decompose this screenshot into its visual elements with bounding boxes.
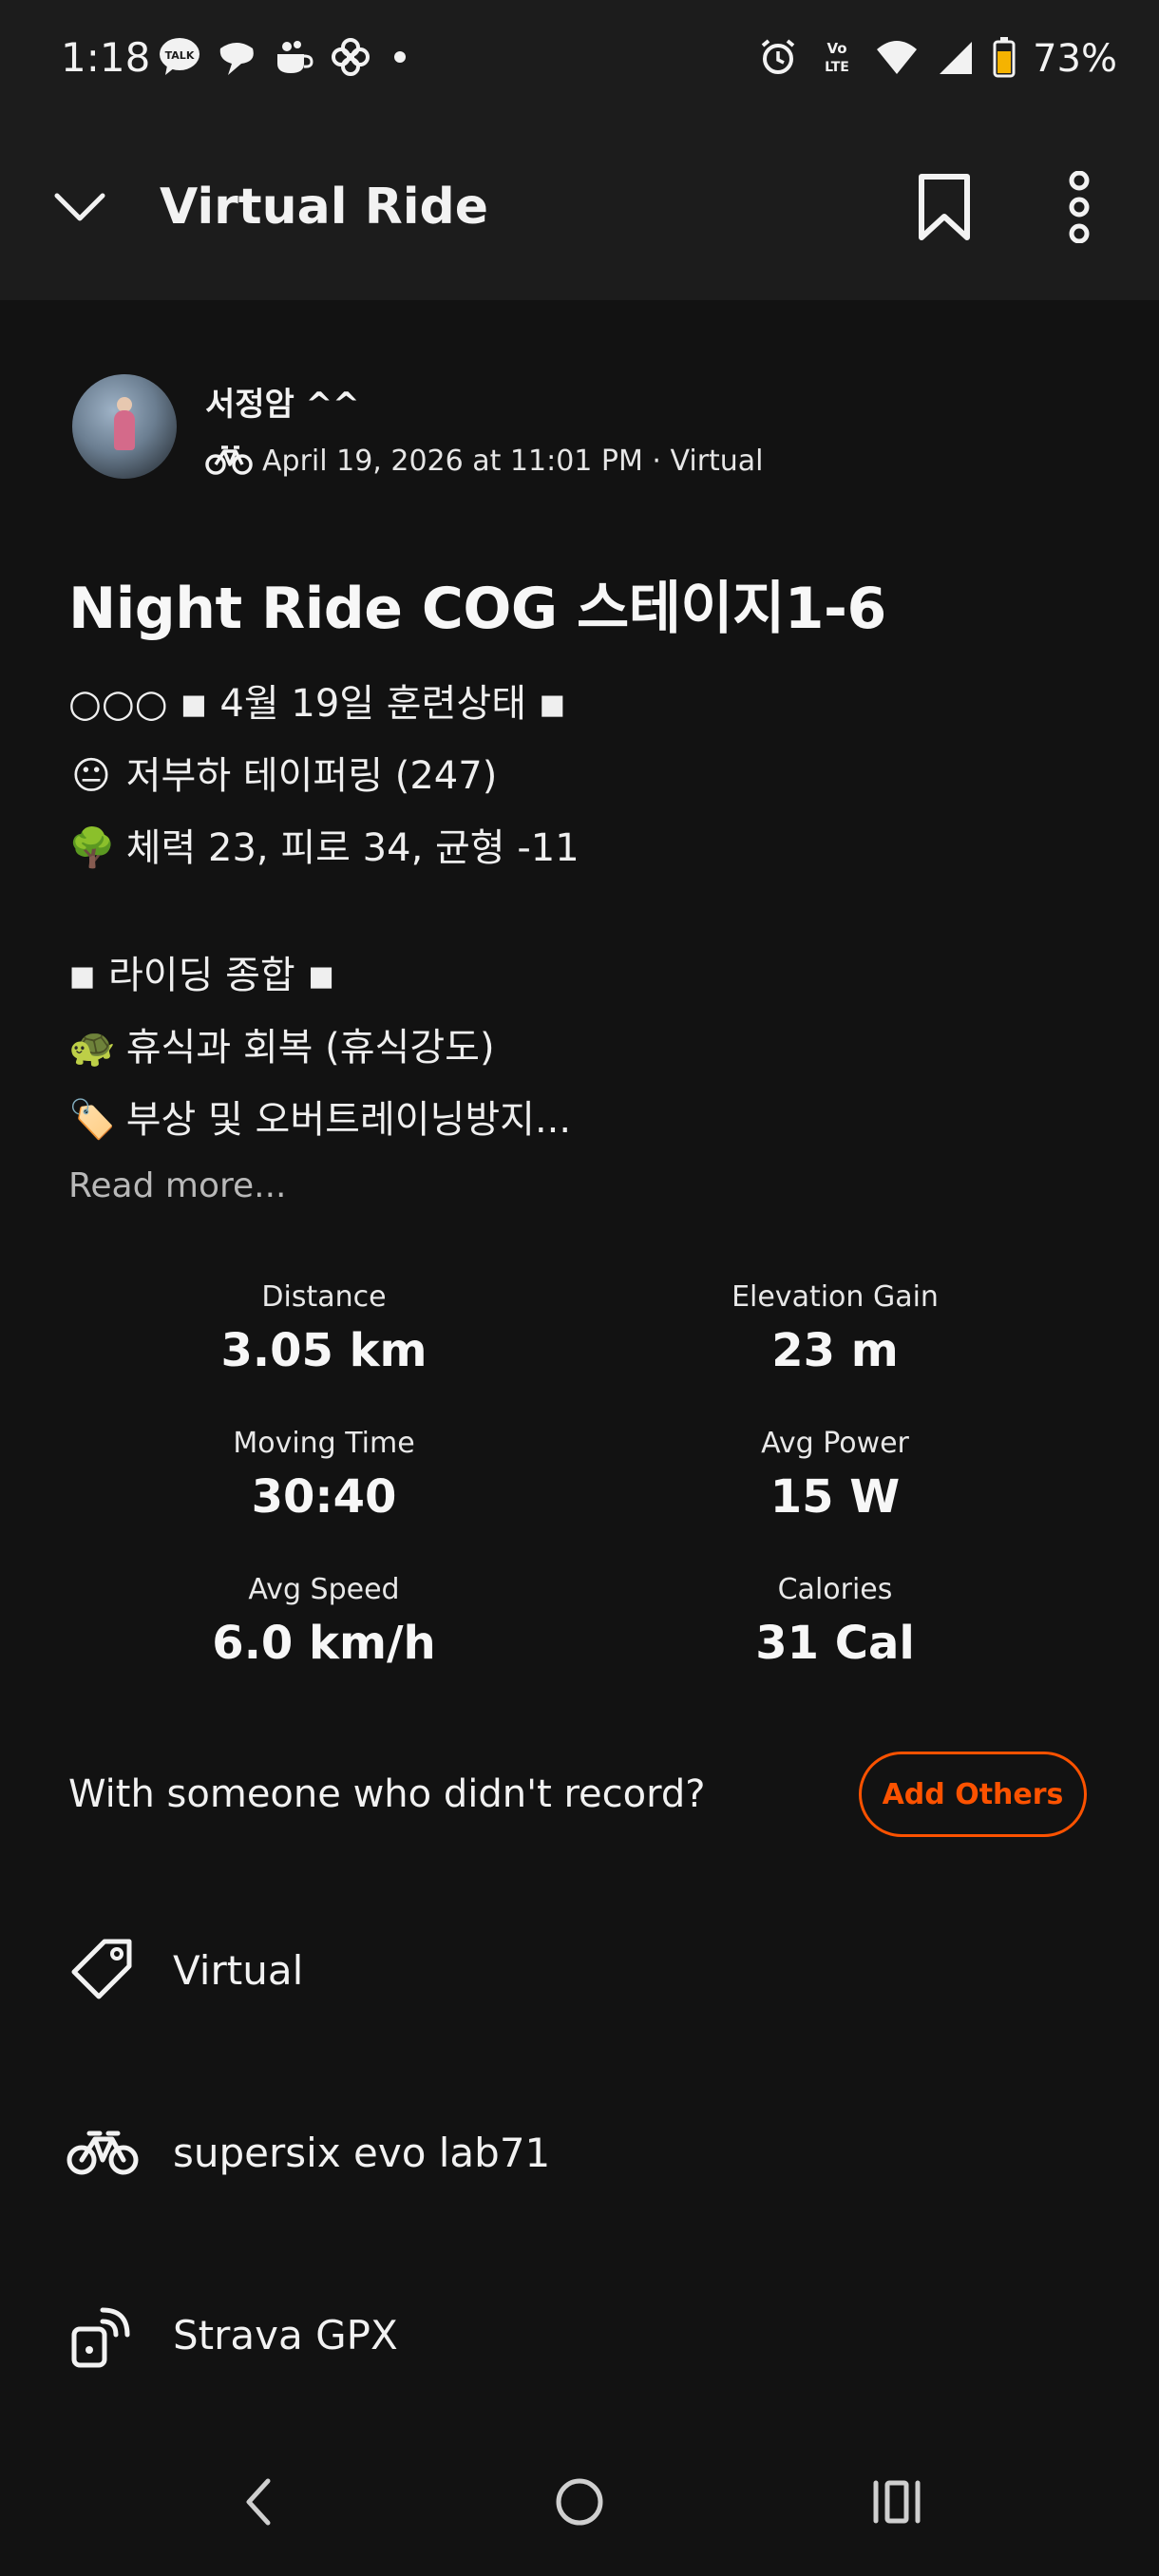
bike-icon xyxy=(205,442,253,480)
wifi-icon xyxy=(875,36,919,82)
svg-text:LTE: LTE xyxy=(825,60,849,75)
status-bar: 1:18 TALK Vo LTE 73% xyxy=(0,0,1159,118)
tag-icon xyxy=(66,1934,139,2006)
volte-icon: Vo LTE xyxy=(816,36,858,82)
stat-label-distance: Distance xyxy=(261,1280,387,1314)
stat-value-avg-power: 15 W xyxy=(770,1470,901,1524)
description-line: 🐢 휴식과 회복 (휴식강도) xyxy=(68,1016,495,1071)
activity-title: Night Ride COG 스테이지1-6 xyxy=(68,576,886,642)
recents-icon xyxy=(870,2477,923,2530)
detail-row-bike[interactable]: supersix evo lab71 xyxy=(66,2105,1112,2200)
app-bar: Virtual Ride xyxy=(0,118,1159,300)
description-line: ○○○ ◾ 4월 19일 훈련상태 ◾ xyxy=(68,672,566,728)
battery-percent: 73% xyxy=(1033,37,1117,81)
description-line: 😐 저부하 테이퍼링 (247) xyxy=(68,745,497,800)
detail-label: Strava GPX xyxy=(173,2311,398,2358)
label-tag-icon: 🏷️ xyxy=(68,1098,116,1142)
pinwheel-icon xyxy=(329,35,372,83)
nav-home-button[interactable] xyxy=(484,2432,674,2576)
stat-value-avg-speed: 6.0 km/h xyxy=(212,1617,436,1670)
description-line: ◾ 라이딩 종합 ◾ xyxy=(68,944,335,999)
signal-icon xyxy=(936,36,976,82)
system-nav-bar xyxy=(0,2432,1159,2576)
stat-label-calories: Calories xyxy=(777,1573,893,1606)
collapse-button[interactable] xyxy=(38,167,122,251)
stat-value-moving-time: 30:40 xyxy=(251,1470,397,1524)
dot-icon xyxy=(386,35,414,83)
device-sync-icon xyxy=(66,2299,139,2371)
description-line: 🌳 체력 23, 피로 34, 균형 -11 xyxy=(68,817,580,872)
chat-bubble-icon xyxy=(215,35,258,83)
stat-label-elevation: Elevation Gain xyxy=(732,1280,939,1314)
activity-meta: April 19, 2026 at 11:01 PM · Virtual xyxy=(205,439,764,483)
home-icon xyxy=(553,2475,606,2532)
description-text: 체력 23, 피로 34, 균형 -11 xyxy=(125,826,580,870)
avatar-figure xyxy=(114,410,135,450)
chevron-down-icon xyxy=(51,188,108,230)
with-someone-prompt: With someone who didn't record? xyxy=(68,1772,706,1816)
read-more-link[interactable]: Read more... xyxy=(68,1166,286,1205)
notification-icons: TALK xyxy=(158,36,414,82)
turtle-icon: 🐢 xyxy=(68,1026,116,1070)
add-others-button[interactable]: Add Others xyxy=(859,1752,1087,1837)
battery-icon xyxy=(993,36,1016,82)
cup-icon xyxy=(272,35,315,83)
description-line: 🏷️ 부상 및 오버트레이닝방지... xyxy=(68,1089,571,1144)
nav-recents-button[interactable] xyxy=(802,2432,992,2576)
back-icon xyxy=(239,2475,277,2532)
alarm-icon xyxy=(757,36,799,82)
detail-row-device[interactable]: Strava GPX xyxy=(66,2287,1112,2382)
bookmark-button[interactable] xyxy=(902,167,986,251)
neutral-face-icon: 😐 xyxy=(71,754,111,798)
svg-text:Vo: Vo xyxy=(827,40,847,57)
more-options-button[interactable] xyxy=(1037,167,1121,251)
avatar[interactable] xyxy=(72,374,177,479)
stat-label-moving-time: Moving Time xyxy=(233,1427,415,1460)
talk-icon: TALK xyxy=(158,35,201,83)
bike-icon xyxy=(66,2116,139,2188)
stat-label-avg-speed: Avg Speed xyxy=(248,1573,400,1606)
stat-value-elevation: 23 m xyxy=(771,1324,899,1377)
more-vert-icon xyxy=(1065,170,1093,247)
stat-value-calories: 31 Cal xyxy=(755,1617,915,1670)
stat-label-avg-power: Avg Power xyxy=(761,1427,909,1460)
tree-icon: 🌳 xyxy=(68,826,116,870)
activity-date: April 19, 2026 at 11:01 PM · Virtual xyxy=(262,444,764,478)
stat-value-distance: 3.05 km xyxy=(220,1324,428,1377)
description-text: 저부하 테이퍼링 (247) xyxy=(125,754,498,798)
system-icons: Vo LTE 73% xyxy=(757,36,1117,82)
description-text: ○○○ ◾ 4월 19일 훈련상태 ◾ xyxy=(68,682,567,726)
bookmark-icon xyxy=(916,173,973,245)
nav-back-button[interactable] xyxy=(163,2432,353,2576)
svg-text:TALK: TALK xyxy=(165,49,195,62)
status-time: 1:18 xyxy=(61,34,151,81)
detail-row-activity-type[interactable]: Virtual xyxy=(66,1923,1112,2017)
description-text: ◾ 라이딩 종합 ◾ xyxy=(68,954,335,997)
description-text: 휴식과 회복 (휴식강도) xyxy=(125,1026,495,1070)
page-title: Virtual Ride xyxy=(160,179,489,236)
detail-label: supersix evo lab71 xyxy=(173,2129,551,2176)
athlete-name[interactable]: 서정암 ^^ xyxy=(205,378,360,425)
description-text: 부상 및 오버트레이닝방지... xyxy=(125,1098,572,1142)
detail-label: Virtual xyxy=(173,1946,304,1994)
